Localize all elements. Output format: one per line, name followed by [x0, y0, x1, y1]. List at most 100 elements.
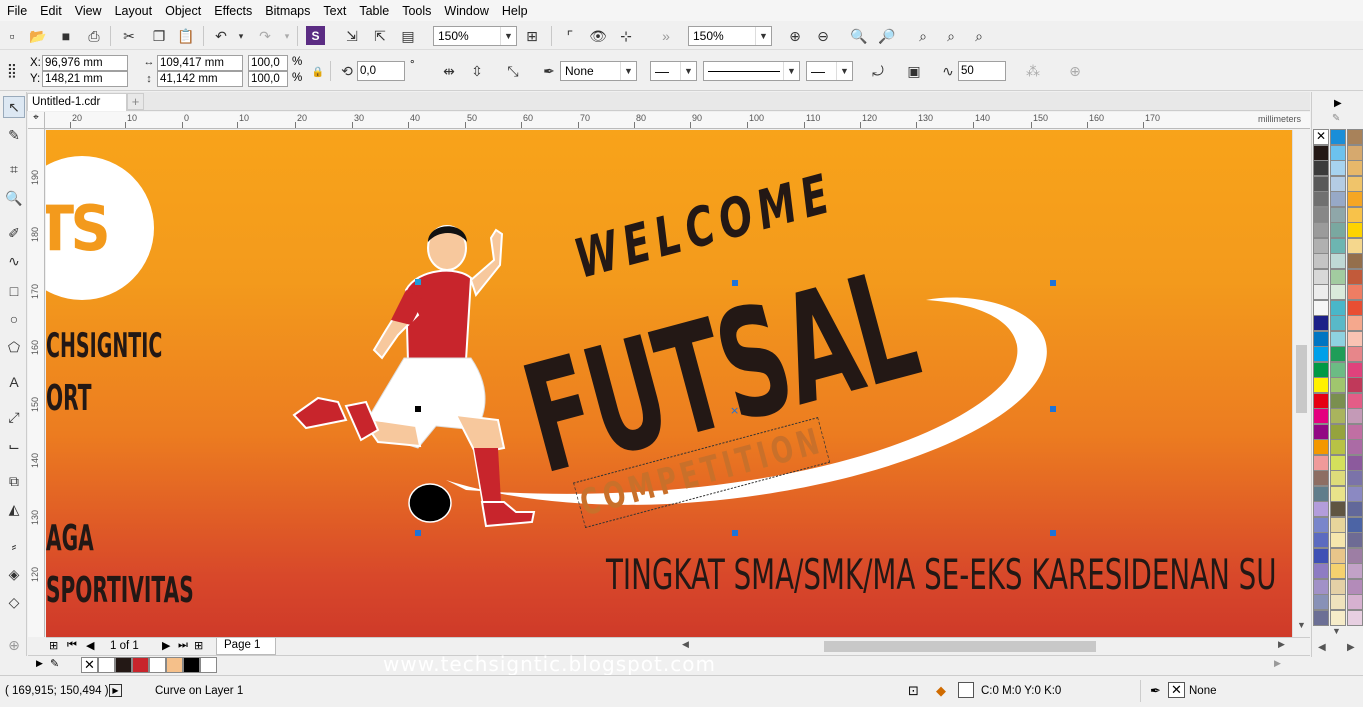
menu-file[interactable]: File — [2, 4, 35, 18]
palette-swatch[interactable] — [1313, 377, 1329, 393]
crop-tool-icon[interactable]: ⌗ — [3, 158, 25, 180]
palette-swatch[interactable] — [1330, 222, 1346, 238]
toolbar-overflow-icon[interactable]: » — [657, 27, 675, 45]
first-page-icon[interactable]: ⊞ — [49, 639, 58, 652]
docpal-menu-icon[interactable]: ▶ — [36, 658, 43, 669]
palette-swatch[interactable] — [1330, 423, 1346, 440]
palette-swatch[interactable] — [1347, 470, 1363, 486]
document-palette-swatch[interactable] — [149, 657, 166, 673]
undo-icon[interactable]: ↶ — [212, 27, 230, 45]
document-palette-swatch[interactable] — [166, 657, 183, 673]
palette-swatch[interactable] — [1347, 222, 1363, 238]
palette-swatch[interactable] — [1313, 206, 1329, 223]
palette-swatch[interactable] — [1313, 392, 1329, 409]
palette-swatch[interactable] — [1313, 470, 1329, 486]
document-tab[interactable]: Untitled-1.cdr — [27, 93, 127, 111]
palette-swatch[interactable] — [1347, 268, 1363, 285]
add-page-icon[interactable]: ⊞ — [194, 639, 203, 652]
palette-swatch[interactable] — [1330, 516, 1346, 533]
first-page-arrow-icon[interactable]: ⏮ — [67, 639, 77, 652]
palette-swatch[interactable] — [1347, 578, 1363, 595]
save-icon[interactable]: ■ — [57, 27, 75, 45]
palette-swatch[interactable] — [1347, 237, 1363, 254]
fill-swatch[interactable] — [958, 682, 974, 698]
palette-swatch[interactable] — [1347, 191, 1363, 207]
object-origin-icon[interactable]: ⣿ — [3, 61, 21, 79]
paste-icon[interactable]: 📋 — [177, 27, 195, 45]
publish-pdf-icon[interactable]: ▤ — [399, 27, 417, 45]
palette-swatch[interactable] — [1347, 454, 1363, 471]
import-icon[interactable]: ⇲ — [343, 27, 361, 45]
connector-tool-icon[interactable]: ⌙ — [3, 435, 25, 457]
page-tab[interactable]: Page 1 — [216, 638, 276, 655]
palette-swatch[interactable] — [1313, 191, 1329, 207]
palette-swatch[interactable] — [1347, 516, 1363, 533]
palette-swatch[interactable] — [1313, 330, 1329, 347]
palette-swatch[interactable] — [1330, 299, 1346, 316]
y-position-field[interactable]: 148,21 mm — [42, 71, 128, 87]
palette-swatch[interactable] — [1347, 501, 1363, 517]
freehand-tool-icon[interactable]: ✐ — [3, 222, 25, 244]
palette-swatch[interactable] — [1313, 563, 1329, 579]
docpal-eyedropper-icon[interactable]: ✎ — [50, 657, 59, 670]
zoom-page-icon[interactable]: ⌕ — [914, 27, 932, 45]
palette-swatch[interactable] — [1330, 175, 1346, 192]
palette-swatch[interactable] — [1347, 485, 1363, 502]
eyedropper-tool-icon[interactable]: ⸗ — [3, 535, 25, 557]
palette-swatch[interactable] — [1330, 191, 1346, 207]
palette-swatch[interactable] — [1347, 144, 1363, 161]
pick-tool-icon[interactable]: ↖ — [3, 96, 25, 118]
palette-swatch[interactable] — [1330, 408, 1346, 424]
palette-menu-icon[interactable]: ▶ — [1334, 98, 1342, 109]
palette-swatch[interactable] — [1313, 346, 1329, 362]
palette-swatch[interactable] — [1347, 532, 1363, 548]
palette-swatch[interactable] — [1330, 454, 1346, 471]
palette-swatch[interactable] — [1347, 206, 1363, 223]
palette-swatch[interactable] — [1313, 609, 1329, 626]
palette-swatch[interactable] — [1330, 268, 1346, 285]
close-curve-icon[interactable]: ▣ — [905, 62, 923, 80]
palette-swatch[interactable] — [1313, 237, 1329, 254]
text-tool-icon[interactable]: A — [3, 371, 25, 393]
polygon-tool-icon[interactable]: ⬠ — [3, 336, 25, 358]
palette-swatch[interactable] — [1330, 144, 1346, 161]
open-icon[interactable]: 📂 — [29, 27, 47, 45]
palette-swatch[interactable] — [1313, 547, 1329, 564]
nodes-icon[interactable]: ⁂ — [1024, 62, 1042, 80]
palette-swatch[interactable] — [1330, 609, 1346, 626]
export-icon[interactable]: ⇱ — [371, 27, 389, 45]
palette-swatch[interactable] — [1330, 392, 1346, 409]
rectangle-tool-icon[interactable]: □ — [3, 280, 25, 302]
palette-swatch[interactable] — [1330, 594, 1346, 610]
palette-swatch[interactable] — [1313, 299, 1329, 316]
palette-swatch[interactable] — [1330, 377, 1346, 393]
palette-swatch[interactable] — [1330, 563, 1346, 579]
palette-swatch[interactable] — [1330, 485, 1346, 502]
palette-swatch[interactable] — [1347, 330, 1363, 347]
docpal-no-color[interactable]: ✕ — [81, 657, 98, 673]
docpal-scroll-right-icon[interactable]: ▶ — [1274, 658, 1281, 669]
palette-swatch[interactable] — [1330, 253, 1346, 269]
smoothing-field[interactable]: 50 — [958, 61, 1006, 81]
add-icon[interactable]: ⊕ — [1066, 62, 1084, 80]
full-screen-preview-icon[interactable]: ⊞ — [523, 27, 541, 45]
palette-swatch[interactable] — [1347, 299, 1363, 316]
reverse-direction-icon[interactable]: ⤾ — [869, 62, 887, 80]
palette-scroll-down-icon[interactable]: ▼ — [1332, 626, 1341, 636]
palette-swatch[interactable] — [1347, 377, 1363, 393]
palette-swatch[interactable] — [1347, 284, 1363, 300]
cut-icon[interactable]: ✂ — [120, 27, 138, 45]
document-palette-swatch[interactable] — [98, 657, 115, 673]
palette-swatch[interactable] — [1347, 253, 1363, 269]
palette-swatch[interactable] — [1330, 330, 1346, 347]
start-arrow-combo[interactable]: — ▼ — [650, 61, 697, 81]
palette-swatch[interactable] — [1313, 439, 1329, 455]
next-page-icon[interactable]: ▶ — [162, 639, 170, 652]
document-palette-swatch[interactable] — [115, 657, 132, 673]
palette-swatch[interactable] — [1347, 175, 1363, 192]
shape-tool-icon[interactable]: ✎ — [3, 124, 25, 146]
palette-swatch[interactable] — [1330, 160, 1346, 176]
width-field[interactable]: 109,417 mm — [157, 55, 243, 71]
menu-effects[interactable]: Effects — [209, 4, 260, 18]
palette-swatch[interactable] — [1347, 361, 1363, 378]
